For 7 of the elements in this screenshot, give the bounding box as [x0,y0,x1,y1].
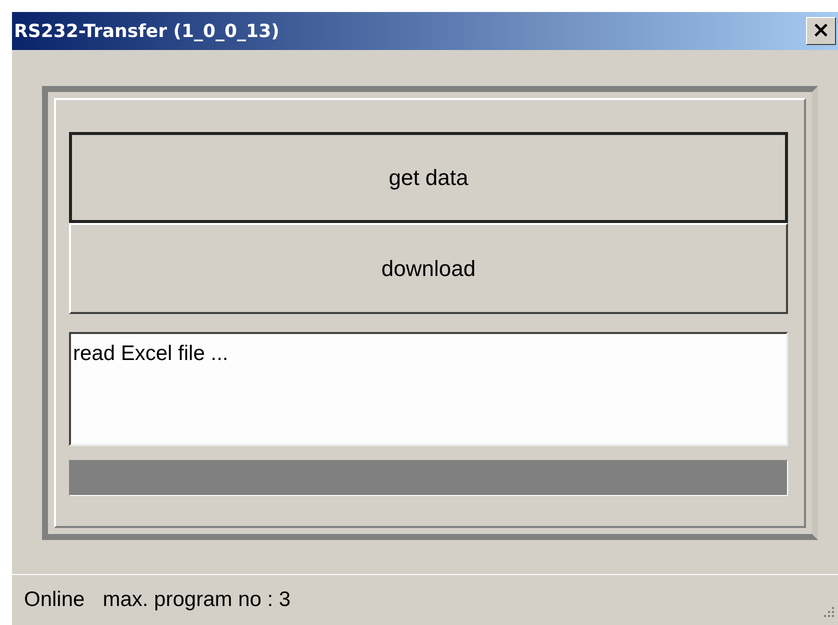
download-button[interactable]: download [69,223,788,314]
window-title: RS232-Transfer (1_0_0_13) [14,20,280,42]
status-text: max. program no : 3 [102,588,291,612]
close-button[interactable]: × [806,17,836,45]
get-data-button[interactable]: get data [69,132,788,223]
connection-status: Online [24,588,85,612]
log-field[interactable]: read Excel file ... [69,332,788,446]
